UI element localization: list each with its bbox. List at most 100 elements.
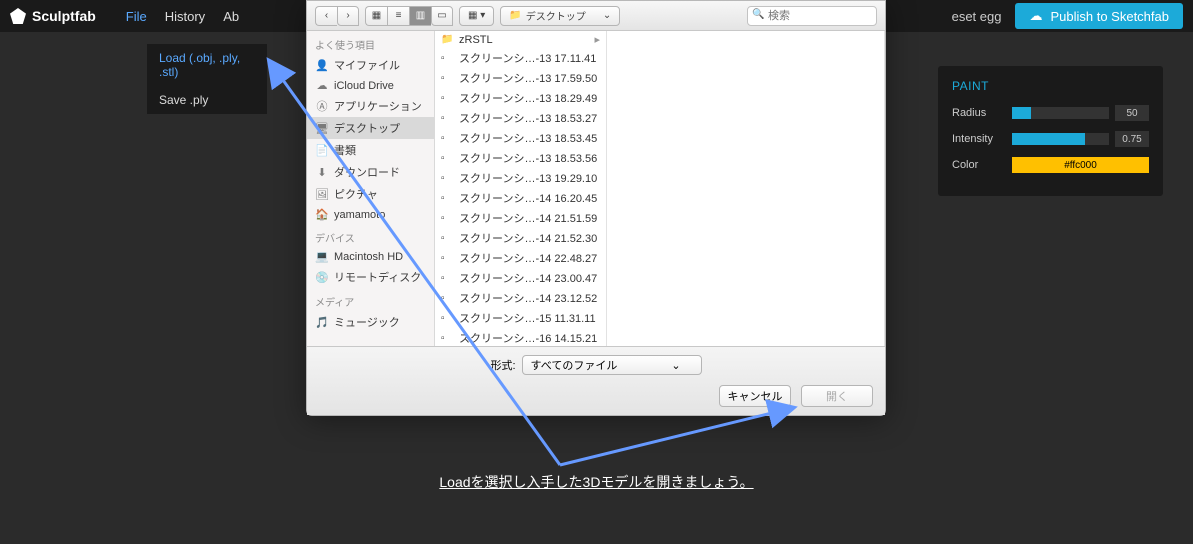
sidebar-item-label: マイファイル — [334, 57, 400, 73]
file-icon: ▫︎ — [441, 53, 455, 64]
file-row[interactable]: ▫︎ スクリーンシ…-13 18.53.45 — [435, 128, 606, 148]
menu-file[interactable]: File — [126, 9, 147, 24]
file-row[interactable]: ▫︎ スクリーンシ…-13 18.53.56 — [435, 148, 606, 168]
sidebar-item[interactable]: ⬇︎ダウンロード — [307, 161, 434, 183]
file-name: スクリーンシ…-13 17.59.50 — [459, 70, 597, 86]
sidebar-item[interactable]: 💿リモートディスク — [307, 266, 434, 288]
path-popup[interactable]: 📁デスクトップ ⌄ — [500, 6, 620, 26]
file-load-item[interactable]: Load (.obj, .ply, .stl) — [147, 44, 267, 86]
format-select[interactable]: すべてのファイル ⌄ — [522, 355, 702, 375]
sidebar-item-icon: 🏠 — [315, 208, 329, 221]
menu-history[interactable]: History — [165, 9, 205, 24]
sidebar-item-label: yamamoto — [334, 209, 385, 221]
file-icon: ▫︎ — [441, 233, 455, 244]
file-row[interactable]: 📁zRSTL▸ — [435, 31, 606, 48]
view-mode-segment: ▦ ≡ ▥ ▭ — [365, 6, 453, 26]
sidebar-item[interactable]: ☁︎iCloud Drive — [307, 76, 434, 95]
file-row[interactable]: ▫︎スクリーンシ…-14 21.51.59 — [435, 208, 606, 228]
cancel-button[interactable]: キャンセル — [719, 385, 791, 407]
reset-link[interactable]: eset egg — [952, 9, 1002, 24]
file-name: スクリーンシ…-13 18.29.49 — [459, 90, 597, 106]
view-icons-button[interactable]: ▦ — [365, 6, 387, 26]
sidebar-item-label: ダウンロード — [334, 164, 400, 180]
file-save-item[interactable]: Save .ply — [147, 86, 267, 114]
file-row[interactable]: ▫︎スクリーンシ…-13 17.59.50 — [435, 68, 606, 88]
dialog-body: よく使う項目👤マイファイル☁︎iCloud DriveⒶアプリケーション🖥デスク… — [307, 31, 885, 346]
search-input[interactable] — [747, 6, 877, 26]
sidebar-group-head: メディア — [307, 288, 434, 311]
sidebar-item[interactable]: 🎵ミュージック — [307, 311, 434, 333]
sidebar-item[interactable]: Ⓐアプリケーション — [307, 95, 434, 117]
file-row[interactable]: ▫︎スクリーンシ…-16 14.15.21 — [435, 328, 606, 346]
file-name: スクリーンシ…-14 23.12.52 — [459, 290, 597, 306]
arrange-button[interactable]: ▦ ▾ — [459, 6, 494, 26]
file-icon: ▫︎ — [441, 273, 455, 284]
file-icon: ▫︎ — [441, 193, 455, 204]
file-name: スクリーンシ…-14 23.00.47 — [459, 270, 597, 286]
file-icon: ▫︎ — [441, 153, 455, 164]
file-row[interactable]: ▫︎スクリーンシ…-14 23.12.52 — [435, 288, 606, 308]
main-menu: File History Ab — [126, 9, 239, 24]
file-row[interactable]: ▫︎スクリーンシ…-14 16.20.45 — [435, 188, 606, 208]
file-row[interactable]: ▫︎ スクリーンシ…-15 11.31.11 — [435, 308, 606, 328]
file-row[interactable]: ▫︎スクリーンシ…-13 19.29.10 — [435, 168, 606, 188]
sidebar-item[interactable]: 💻Macintosh HD — [307, 247, 434, 266]
file-icon: 📁 — [441, 34, 455, 45]
sidebar-item-label: 書類 — [334, 142, 356, 158]
file-row[interactable]: ▫︎ スクリーンシ…-13 17.11.41 — [435, 48, 606, 68]
color-swatch[interactable]: #ffc000 — [1012, 157, 1149, 173]
file-row[interactable]: ▫︎ スクリーンシ…-13 18.29.49 — [435, 88, 606, 108]
app-name: Sculptfab — [32, 8, 96, 24]
open-button[interactable]: 開く — [801, 385, 873, 407]
format-value: すべてのファイル — [531, 357, 618, 373]
nav-back-button[interactable]: ‹ — [315, 6, 337, 26]
file-row[interactable]: ▫︎スクリーンシ…-14 22.48.27 — [435, 248, 606, 268]
view-columns-button[interactable]: ▥ — [409, 6, 431, 26]
dialog-footer: 形式: すべてのファイル ⌄ キャンセル 開く — [307, 346, 885, 415]
file-name: スクリーンシ…-14 21.52.30 — [459, 230, 597, 246]
file-row[interactable]: ▫︎ スクリーンシ…-14 23.00.47 — [435, 268, 606, 288]
sidebar-item-icon: 💻 — [315, 250, 329, 263]
file-name: スクリーンシ…-15 11.31.11 — [459, 310, 596, 326]
search-field-wrap — [747, 6, 877, 26]
file-row[interactable]: ▫︎ スクリーンシ…-14 21.52.30 — [435, 228, 606, 248]
file-icon: ▫︎ — [441, 93, 455, 104]
view-list-button[interactable]: ≡ — [387, 6, 409, 26]
sidebar-item-icon: 🖼 — [315, 188, 329, 201]
file-column-1: 📁zRSTL▸▫︎スクリーンシ…-13 17.11.41▫︎スクリーンシ…-13… — [435, 31, 607, 346]
file-name: スクリーンシ…-13 17.11.41 — [459, 50, 596, 66]
file-name: zRSTL — [459, 34, 493, 46]
sidebar-item-label: リモートディスク — [334, 269, 421, 285]
file-name: スクリーンシ…-13 18.53.27 — [459, 110, 597, 126]
file-name: スクリーンシ…-13 18.53.56 — [459, 150, 597, 166]
file-name: スクリーンシ…-13 19.29.10 — [459, 170, 597, 186]
sidebar-item-label: iCloud Drive — [334, 80, 394, 92]
sidebar-item-icon: 🖥 — [315, 122, 329, 135]
file-icon: ▫︎ — [441, 133, 455, 144]
sidebar-item[interactable]: 🏠 yamamoto — [307, 205, 434, 224]
intensity-slider[interactable] — [1012, 133, 1109, 145]
menu-about[interactable]: Ab — [223, 9, 239, 24]
radius-slider[interactable] — [1012, 107, 1109, 119]
sidebar-item[interactable]: 🖥デスクトップ — [307, 117, 434, 139]
nav-forward-button[interactable]: › — [337, 6, 359, 26]
color-label: Color — [952, 159, 1012, 171]
file-column-2 — [607, 31, 885, 346]
format-label: 形式: — [490, 357, 515, 373]
file-row[interactable]: ▫︎スクリーンシ…-13 18.53.27 — [435, 108, 606, 128]
paint-title: PAINT — [952, 79, 1149, 93]
file-name: スクリーンシ…-13 18.53.45 — [459, 130, 597, 146]
view-gallery-button[interactable]: ▭ — [431, 6, 453, 26]
intensity-value[interactable]: 0.75 — [1115, 131, 1149, 147]
publish-button[interactable]: ☁︎ Publish to Sketchfab — [1015, 3, 1183, 29]
radius-value[interactable]: 50 — [1115, 105, 1149, 121]
dialog-toolbar: ‹ › ▦ ≡ ▥ ▭ ▦ ▾ 📁デスクトップ ⌄ — [307, 1, 885, 31]
sidebar-item[interactable]: 🖼ピクチャ — [307, 183, 434, 205]
cloud-upload-icon: ☁︎ — [1029, 8, 1042, 24]
sidebar-item-icon: Ⓐ — [315, 98, 329, 114]
file-icon: ▫︎ — [441, 313, 455, 324]
intensity-label: Intensity — [952, 133, 1012, 145]
sidebar-item[interactable]: 👤マイファイル — [307, 54, 434, 76]
sidebar-item[interactable]: 📄書類 — [307, 139, 434, 161]
file-icon: ▫︎ — [441, 333, 455, 344]
